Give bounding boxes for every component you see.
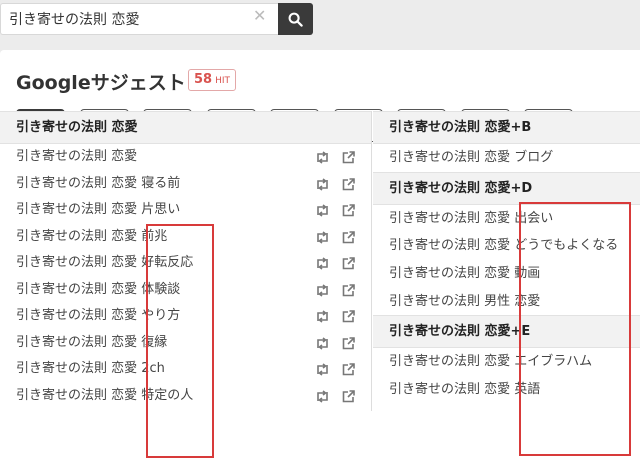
page-title: Googleサジェスト — [16, 72, 186, 94]
suggest-column-left: 引き寄せの法則 恋愛 引き寄せの法則 恋愛引き寄せの法則 恋愛 寝る前 引き寄せの… — [0, 111, 372, 411]
retweet-icon[interactable] — [315, 336, 330, 350]
retweet-icon[interactable] — [315, 363, 330, 376]
suggestion-row[interactable]: 引き寄せの法則 恋愛 体験談 — [0, 277, 371, 304]
suggestion-text[interactable]: 引き寄せの法則 恋愛 特定の人 — [16, 388, 193, 403]
suggestion-row[interactable]: 引き寄せの法則 恋愛 やり方 — [0, 303, 371, 330]
row-actions — [315, 257, 355, 270]
suggestion-text[interactable]: 引き寄せの法則 恋愛 英語 — [389, 382, 540, 397]
external-link-icon[interactable] — [342, 204, 355, 217]
row-actions — [315, 363, 355, 376]
suggestion-row[interactable]: 引き寄せの法則 男性 恋愛 — [373, 288, 640, 316]
retweet-icon[interactable] — [315, 230, 330, 244]
external-link-icon[interactable] — [342, 257, 355, 270]
suggestion-row[interactable]: 引き寄せの法則 恋愛 前兆 — [0, 224, 371, 251]
suggestion-text[interactable]: 引き寄せの法則 恋愛 どうでもよくなる — [389, 238, 618, 253]
suggestion-text[interactable]: 引き寄せの法則 恋愛 出会い — [389, 211, 553, 226]
suggest-column-right: 引き寄せの法則 恋愛+B 引き寄せの法則 恋愛 ブログ引き寄せの法則 恋愛+D 引き… — [373, 111, 640, 411]
suggestion-text[interactable]: 引き寄せの法則 恋愛 ブログ — [389, 150, 553, 165]
row-actions — [315, 283, 355, 297]
suggestion-row[interactable]: 引き寄せの法則 恋愛 エイブラハム — [373, 348, 640, 376]
row-actions — [315, 177, 355, 191]
external-link-icon[interactable] — [342, 363, 355, 376]
suggestion-text[interactable]: 引き寄せの法則 恋愛 — [16, 149, 137, 164]
suggestion-row[interactable]: 引き寄せの法則 恋愛 出会い — [373, 205, 640, 233]
suggestion-text[interactable]: 引き寄せの法則 恋愛 体験談 — [16, 282, 180, 297]
hit-count: 58 — [194, 72, 213, 87]
external-link-icon[interactable] — [342, 230, 355, 244]
retweet-icon[interactable] — [315, 257, 330, 270]
row-actions — [315, 204, 355, 217]
external-link-icon[interactable] — [342, 177, 355, 191]
external-link-icon[interactable] — [342, 151, 355, 164]
row-actions — [315, 151, 355, 164]
row-actions — [315, 389, 355, 403]
retweet-icon[interactable] — [315, 177, 330, 191]
group-header: 引き寄せの法則 恋愛 — [0, 111, 371, 144]
suggestion-row[interactable]: 引き寄せの法則 恋愛 片思い — [0, 197, 371, 224]
search-icon — [288, 12, 303, 27]
retweet-icon[interactable] — [315, 389, 330, 403]
suggestion-row[interactable]: 引き寄せの法則 恋愛 ブログ — [373, 144, 640, 172]
retweet-icon[interactable] — [315, 310, 330, 323]
suggestion-row[interactable]: 引き寄せの法則 恋愛 英語 — [373, 376, 640, 404]
retweet-icon[interactable] — [315, 204, 330, 217]
suggestion-row[interactable]: 引き寄せの法則 恋愛 寝る前 — [0, 171, 371, 198]
suggestion-text[interactable]: 引き寄せの法則 恋愛 やり方 — [16, 308, 180, 323]
suggestion-text[interactable]: 引き寄せの法則 恋愛 片思い — [16, 202, 180, 217]
suggestion-row[interactable]: 引き寄せの法則 恋愛 動画 — [373, 260, 640, 288]
external-link-icon[interactable] — [342, 336, 355, 350]
group-header: 引き寄せの法則 恋愛+B — [373, 111, 640, 144]
external-link-icon[interactable] — [342, 310, 355, 323]
hit-unit: HIT — [215, 76, 231, 86]
suggestion-row[interactable]: 引き寄せの法則 恋愛 特定の人 — [0, 383, 371, 410]
suggestion-row[interactable]: 引き寄せの法則 恋愛 — [0, 144, 371, 171]
clear-icon[interactable]: ✕ — [253, 8, 266, 24]
suggestion-text[interactable]: 引き寄せの法則 男性 恋愛 — [389, 294, 540, 309]
group-header: 引き寄せの法則 恋愛+D — [373, 171, 640, 205]
suggestion-text[interactable]: 引き寄せの法則 恋愛 エイブラハム — [389, 354, 592, 369]
suggestion-text[interactable]: 引き寄せの法則 恋愛 2ch — [16, 361, 165, 376]
retweet-icon[interactable] — [315, 151, 330, 164]
external-link-icon[interactable] — [342, 283, 355, 297]
group-header: 引き寄せの法則 恋愛+E — [373, 315, 640, 349]
row-actions — [315, 230, 355, 244]
search-box — [0, 3, 278, 35]
hit-badge: 58 HIT — [188, 69, 237, 91]
row-actions — [315, 310, 355, 323]
suggestion-text[interactable]: 引き寄せの法則 恋愛 動画 — [389, 266, 540, 281]
suggestion-row[interactable]: 引き寄せの法則 恋愛 2ch — [0, 356, 371, 383]
suggestion-text[interactable]: 引き寄せの法則 恋愛 好転反応 — [16, 255, 193, 270]
suggestion-row[interactable]: 引き寄せの法則 恋愛 どうでもよくなる — [373, 232, 640, 260]
search-input[interactable] — [1, 4, 278, 34]
suggestion-row[interactable]: 引き寄せの法則 恋愛 復縁 — [0, 330, 371, 357]
suggestion-text[interactable]: 引き寄せの法則 恋愛 寝る前 — [16, 176, 180, 191]
suggestion-text[interactable]: 引き寄せの法則 恋愛 復縁 — [16, 335, 167, 350]
row-actions — [315, 336, 355, 350]
suggestion-row[interactable]: 引き寄せの法則 恋愛 好転反応 — [0, 250, 371, 277]
retweet-icon[interactable] — [315, 283, 330, 297]
suggestion-text[interactable]: 引き寄せの法則 恋愛 前兆 — [16, 229, 167, 244]
search-button[interactable] — [278, 3, 313, 35]
external-link-icon[interactable] — [342, 389, 355, 403]
